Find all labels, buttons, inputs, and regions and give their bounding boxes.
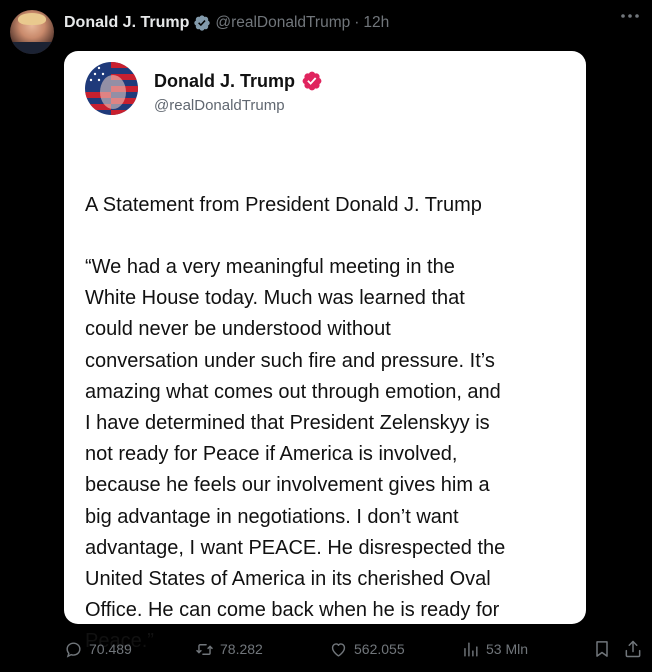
statement-line: could never be understood without — [85, 318, 391, 341]
repost-button[interactable]: 78.282 — [195, 636, 263, 662]
bookmark-button[interactable] — [592, 639, 612, 659]
verified-badge-icon[interactable] — [193, 14, 211, 32]
statement-image[interactable]: Donald J. Trump @realDonaldTrump A State… — [64, 51, 586, 652]
views-count: 53 Mln — [486, 641, 529, 657]
share-icon — [625, 640, 641, 658]
statement-line: “We had a very meaningful meeting in the — [85, 256, 455, 278]
reply-count: 70.489 — [89, 641, 132, 657]
reply-icon — [66, 641, 81, 658]
statement-line: advantage, I want PEACE. He disrespected… — [85, 536, 506, 559]
statement-title: A Statement from President Donald J. Tru… — [85, 194, 482, 216]
more-icon[interactable] — [618, 10, 642, 30]
statement-line: I have determined that President Zelensk… — [85, 412, 490, 435]
repost-count: 78.282 — [220, 641, 263, 657]
tweet[interactable]: Donald J. Trump @realDonaldTrump · 12h D… — [0, 0, 652, 672]
heart-icon — [331, 642, 346, 657]
card-author-handle: @realDonaldTrump — [154, 97, 285, 114]
statement-line: not ready for Peace if America is involv… — [85, 443, 458, 466]
card-author-name: Donald J. Trump — [154, 70, 323, 92]
statement-body: “We had a very meaningful meeting in the… — [85, 252, 575, 658]
statement-line: big advantage in negotiations. I don’t w… — [85, 505, 459, 528]
tweet-time[interactable]: 12h — [363, 14, 389, 32]
author-handle[interactable]: @realDonaldTrump — [215, 14, 350, 32]
statement-line: Office. He can come back when he is read… — [85, 599, 500, 622]
action-bar: 70.489 78.282 562.055 53 Mln — [0, 636, 652, 662]
statement-line: because he feels our involvement gives h… — [85, 474, 490, 497]
views-icon — [464, 641, 478, 657]
verified-badge-icon — [302, 71, 322, 91]
repost-icon — [196, 643, 213, 655]
statement-line: conversation under such fire and pressur… — [85, 349, 495, 372]
card-avatar — [85, 62, 138, 115]
statement-line: United States of America in its cherishe… — [85, 568, 491, 591]
reply-button[interactable]: 70.489 — [64, 636, 132, 662]
bookmark-icon — [596, 641, 608, 657]
views-button[interactable]: 53 Mln — [461, 636, 528, 662]
like-count: 562.055 — [354, 641, 405, 657]
tweet-header: Donald J. Trump @realDonaldTrump · 12h — [64, 12, 389, 34]
statement-line: amazing what comes out through emotion, … — [85, 380, 501, 403]
author-avatar[interactable] — [10, 10, 54, 54]
header-separator: · — [354, 14, 360, 31]
like-button[interactable]: 562.055 — [329, 636, 405, 662]
card-author-name-text: Donald J. Trump — [154, 70, 296, 91]
statement-line: White House today. Much was learned that — [85, 287, 465, 310]
share-button[interactable] — [623, 639, 643, 659]
author-name[interactable]: Donald J. Trump — [64, 14, 189, 32]
